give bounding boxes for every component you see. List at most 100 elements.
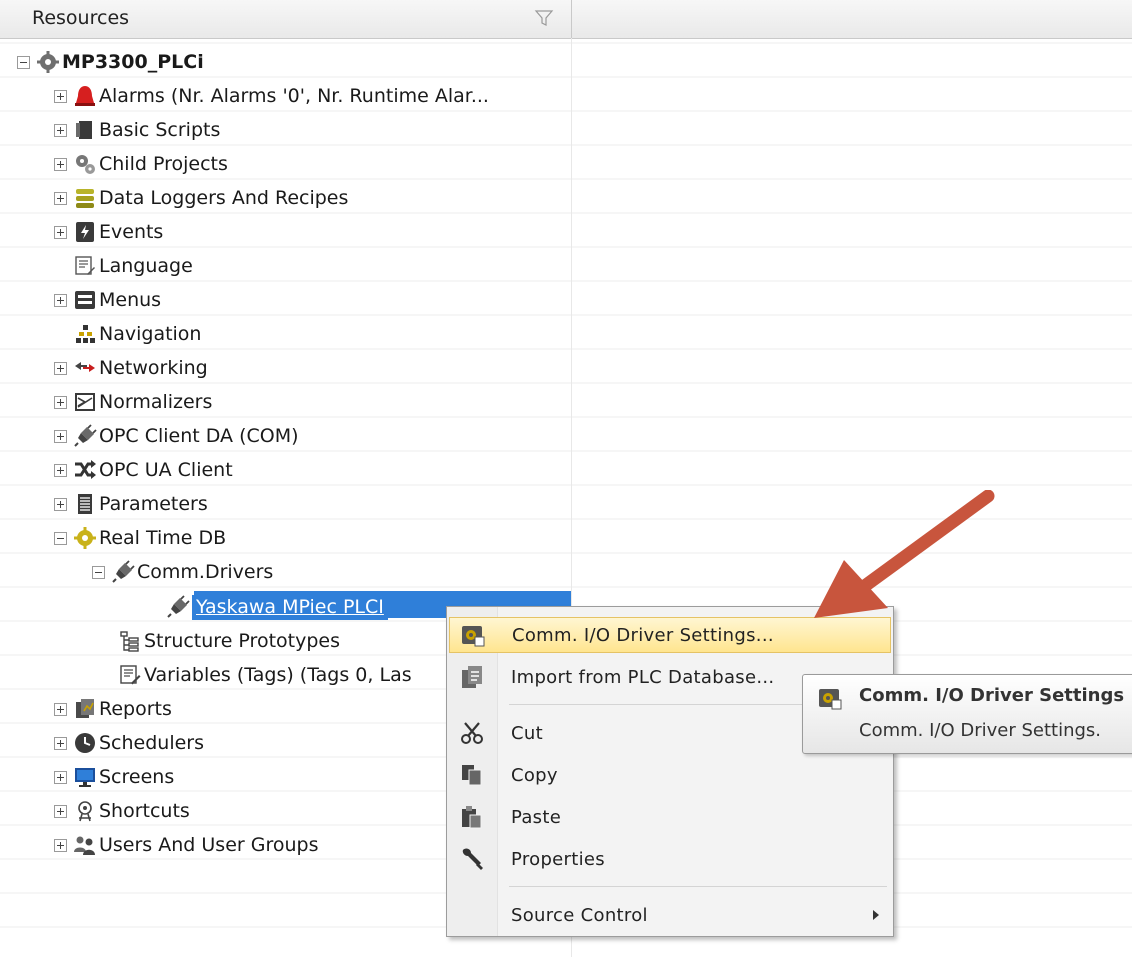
expand-toggle[interactable]	[54, 497, 67, 511]
expand-toggle[interactable]	[54, 838, 67, 852]
tree-node-opc-ua-client[interactable]: OPC UA Client	[54, 453, 233, 487]
tree-node-structure-prototypes[interactable]: Structure Prototypes	[118, 624, 340, 658]
tree-node-root[interactable]: MP3300_PLCi	[17, 45, 204, 79]
monitor-icon	[75, 768, 95, 787]
expand-toggle[interactable]	[54, 293, 67, 307]
scissors-icon	[461, 722, 483, 744]
menu-icon	[75, 291, 95, 309]
expand-toggle[interactable]	[54, 804, 67, 818]
plug-icon	[112, 560, 135, 583]
menu-item-label: Cut	[511, 722, 543, 744]
gear-icon	[37, 51, 59, 73]
tree-node-label: Alarms (Nr. Alarms '0', Nr. Runtime Alar…	[99, 85, 489, 107]
users-icon	[74, 836, 95, 855]
filter-icon[interactable]	[532, 6, 556, 30]
menu-item-paste[interactable]: Paste	[449, 799, 891, 835]
resources-header: Resources	[0, 0, 1132, 39]
tree-node-label: Variables (Tags) (Tags 0, Las	[144, 664, 412, 686]
tree-node-opc-client-da[interactable]: OPC Client DA (COM)	[54, 419, 299, 453]
tree-node-label: OPC UA Client	[99, 459, 233, 481]
expand-toggle[interactable]	[54, 89, 67, 103]
submenu-arrow-icon	[873, 910, 879, 920]
tree-node-schedulers[interactable]: Schedulers	[54, 726, 204, 760]
expand-toggle[interactable]	[54, 770, 67, 784]
expand-toggle[interactable]	[54, 702, 67, 716]
tree-node-label: Menus	[99, 289, 162, 311]
parameters-icon	[78, 494, 92, 514]
menu-item-source-control[interactable]: Source Control	[449, 897, 891, 933]
menu-item-label: Comm. I/O Driver Settings...	[512, 624, 774, 646]
clock-icon	[75, 733, 95, 753]
tree-node-networking[interactable]: Networking	[54, 351, 208, 385]
expand-toggle[interactable]	[54, 463, 67, 477]
variables-icon	[120, 665, 141, 685]
shuffle-icon	[75, 460, 96, 479]
column-separator[interactable]	[571, 0, 572, 38]
tree-node-child-projects[interactable]: Child Projects	[54, 147, 228, 181]
plug-icon	[74, 424, 97, 447]
tree-node-language[interactable]: Language	[73, 249, 193, 283]
expand-toggle[interactable]	[54, 429, 67, 443]
expand-toggle[interactable]	[54, 191, 67, 205]
collapse-toggle[interactable]	[92, 565, 105, 579]
tree-node-parameters[interactable]: Parameters	[54, 487, 208, 521]
expand-toggle[interactable]	[54, 736, 67, 750]
menu-item-label: Copy	[511, 764, 558, 786]
expand-toggle[interactable]	[54, 395, 67, 409]
tree-node-label: Users And User Groups	[99, 834, 319, 856]
tree-node-shortcuts[interactable]: Shortcuts	[54, 794, 190, 828]
tree-node-screens[interactable]: Screens	[54, 760, 174, 794]
reports-icon	[76, 699, 94, 718]
tree-node-navigation[interactable]: Navigation	[73, 317, 201, 351]
collapse-toggle[interactable]	[17, 55, 30, 69]
tree-node-basic-scripts[interactable]: Basic Scripts	[54, 113, 220, 147]
script-icon	[76, 121, 92, 139]
tree-node-label-selected: Yaskawa MPiec PLCI	[192, 594, 388, 620]
normalizer-icon	[75, 393, 95, 411]
tree-node-label: Language	[99, 255, 193, 277]
menu-separator	[509, 886, 887, 887]
tree-node-menus[interactable]: Menus	[54, 283, 161, 317]
collapse-toggle[interactable]	[54, 531, 67, 545]
tree-node-events[interactable]: Events	[54, 215, 163, 249]
tree-node-comm-drivers[interactable]: Comm.Drivers	[92, 555, 273, 589]
expand-toggle[interactable]	[54, 225, 67, 239]
menu-item-label: Paste	[511, 806, 562, 828]
expand-toggle[interactable]	[54, 361, 67, 375]
tree-node-users[interactable]: Users And User Groups	[54, 828, 318, 862]
tree-node-reports[interactable]: Reports	[54, 692, 172, 726]
driver-settings-icon	[462, 626, 485, 647]
menu-item-label: Import from PLC Database...	[511, 666, 775, 688]
tree-node-label: Schedulers	[99, 732, 205, 754]
tree-node-data-loggers[interactable]: Data Loggers And Recipes	[54, 181, 348, 215]
expand-toggle[interactable]	[54, 157, 67, 171]
tree-node-label: Networking	[99, 357, 208, 379]
tree-node-label: Basic Scripts	[99, 119, 221, 141]
driver-settings-icon	[819, 689, 842, 710]
resources-header-label: Resources	[32, 7, 130, 29]
tree-node-normalizers[interactable]: Normalizers	[54, 385, 212, 419]
tree-node-label: Normalizers	[99, 391, 213, 413]
tree-node-label: Reports	[99, 698, 172, 720]
tree-node-label: Data Loggers And Recipes	[99, 187, 349, 209]
red-arrow-icon	[814, 490, 995, 618]
tree-node-alarms[interactable]: Alarms (Nr. Alarms '0', Nr. Runtime Alar…	[54, 79, 489, 113]
paste-icon	[462, 806, 482, 829]
tree-node-label: Events	[99, 221, 164, 243]
gears-icon	[76, 155, 95, 174]
tooltip-description: Comm. I/O Driver Settings.	[859, 720, 1102, 741]
tooltip-title: Comm. I/O Driver Settings	[859, 685, 1125, 706]
tree-node-variables[interactable]: Variables (Tags) (Tags 0, Las	[118, 658, 412, 692]
tree-node-label: Child Projects	[99, 153, 228, 175]
menu-item-icon-empty	[459, 902, 485, 928]
menu-item-properties[interactable]: Properties	[449, 841, 891, 877]
import-icon	[462, 666, 482, 688]
tree-node-label: Structure Prototypes	[144, 630, 340, 652]
expand-toggle[interactable]	[54, 123, 67, 137]
tree-node-label: Parameters	[99, 493, 208, 515]
tree-node-real-time-db[interactable]: Real Time DB	[54, 521, 226, 555]
tree-node-label: Shortcuts	[99, 800, 190, 822]
database-icon	[76, 189, 94, 208]
tree-node-yaskawa-driver[interactable]: Yaskawa MPiec PLCI	[166, 590, 388, 624]
menu-item-copy[interactable]: Copy	[449, 757, 891, 793]
